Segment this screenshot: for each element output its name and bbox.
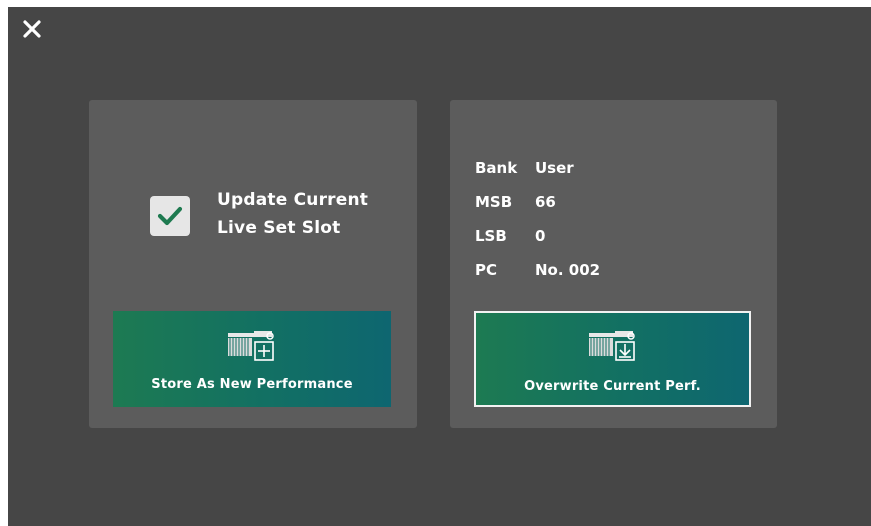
check-icon [157,206,183,226]
info-row-pc: PC No. 002 [475,258,600,292]
label-line-1: Update Current [217,190,369,210]
info-row-bank: Bank User [475,156,600,190]
info-value: No. 002 [535,261,601,279]
label-line-2: Live Set Slot [217,218,341,238]
info-value: 66 [535,193,556,211]
info-key: PC [475,261,498,279]
overwrite-current-performance-button[interactable]: Overwrite Current Perf. [474,311,751,407]
info-value: User [535,159,574,177]
update-live-set-checkbox[interactable] [150,196,190,236]
close-button[interactable] [8,7,56,51]
store-button-label: Store As New Performance [151,377,353,392]
overwrite-performance-icon [588,331,635,361]
info-value: 0 [535,227,546,245]
info-key: LSB [475,227,507,245]
overwrite-button-label: Overwrite Current Perf. [524,379,701,394]
info-row-lsb: LSB 0 [475,224,600,258]
store-new-performance-icon [228,331,274,361]
info-key: MSB [475,193,513,211]
info-key: Bank [475,159,518,177]
store-as-new-performance-button[interactable]: Store As New Performance [113,311,391,407]
performance-info: Bank User MSB 66 LSB 0 PC No. 002 [475,156,600,292]
close-icon [23,20,41,38]
info-row-msb: MSB 66 [475,190,600,224]
store-new-panel: Update Current Live Set Slot Store As Ne… [89,100,417,428]
store-dialog: Update Current Live Set Slot Store As Ne… [8,7,871,526]
update-live-set-label: Update Current Live Set Slot [217,186,368,242]
overwrite-panel: Bank User MSB 66 LSB 0 PC No. 002 Overwr… [450,100,777,428]
